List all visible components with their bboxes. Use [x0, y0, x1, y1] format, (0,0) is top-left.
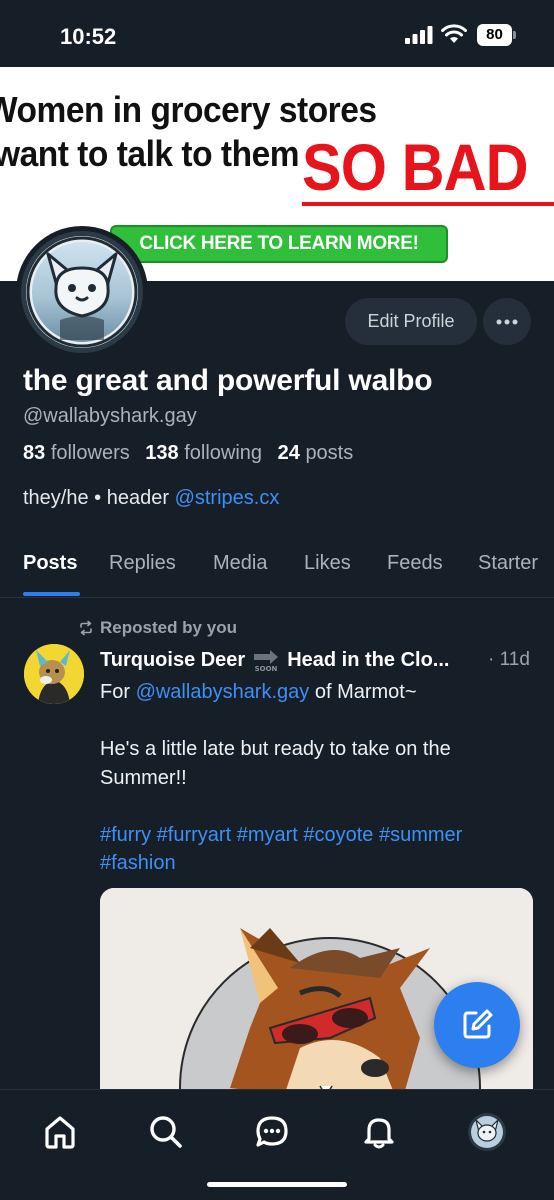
compose-icon: [463, 1009, 493, 1039]
post-hashtags[interactable]: #furry #furryart #myart #coyote #summer: [100, 821, 540, 850]
following-count: 138: [145, 442, 179, 464]
profile-avatar[interactable]: [16, 226, 148, 358]
avatar-image: [21, 231, 143, 353]
status-time: 10:52: [60, 24, 117, 49]
banner-headline-line2: want to talk to them: [0, 133, 300, 174]
tab-likes[interactable]: Likes: [304, 552, 351, 575]
profile-bio: they/he • header @stripes.cx: [23, 487, 279, 510]
post-text-prefix: For: [100, 681, 136, 703]
tab-starter[interactable]: Starter: [478, 552, 538, 575]
compose-button[interactable]: [434, 982, 520, 1068]
post-mention[interactable]: @wallabyshark.gay: [136, 681, 310, 703]
battery-level: 80: [486, 26, 503, 43]
post-text-line2: He's a little late but ready to take on …: [100, 738, 451, 789]
profile-handle: @wallabyshark.gay: [23, 405, 197, 427]
repost-icon: [80, 620, 92, 636]
banner-underline: [302, 202, 554, 206]
bio-link[interactable]: @stripes.cx: [175, 487, 280, 509]
post-author[interactable]: Turquoise Deer SOON Head in the Clo...: [100, 648, 450, 673]
nav-search[interactable]: [144, 1110, 188, 1154]
soon-arrow-icon: SOON: [254, 650, 279, 672]
post-author-name: Turquoise Deer: [100, 648, 246, 671]
signal-icon: [405, 26, 433, 44]
nav-home[interactable]: [38, 1110, 82, 1154]
profile-avatar-icon: [468, 1113, 506, 1151]
tab-replies[interactable]: Replies: [109, 552, 176, 575]
status-bar: 10:52 80: [0, 0, 554, 67]
edit-profile-button[interactable]: Edit Profile: [345, 298, 477, 345]
posts-stat: 24 posts: [278, 442, 354, 464]
followers-stat[interactable]: 83 followers: [23, 442, 130, 464]
tab-posts[interactable]: Posts: [23, 552, 77, 575]
repost-indicator: Reposted by you: [78, 618, 237, 638]
post-body: For @wallabyshark.gay of Marmot~ He's a …: [100, 678, 540, 878]
posts-label: posts: [305, 442, 354, 464]
profile-stats: 83 followers 138 following 24 posts: [23, 442, 353, 465]
posts-count: 24: [277, 442, 300, 464]
followers-count: 83: [23, 442, 46, 464]
following-stat[interactable]: 138 following: [145, 442, 262, 464]
followers-label: followers: [50, 442, 130, 464]
tab-feeds[interactable]: Feeds: [387, 552, 443, 575]
active-tab-indicator: [23, 592, 80, 596]
post-hashtag-fashion[interactable]: #fashion: [100, 849, 540, 878]
search-icon: [150, 1116, 182, 1148]
home-indicator: [207, 1182, 347, 1187]
bell-icon: [364, 1118, 394, 1149]
tab-media[interactable]: Media: [213, 552, 267, 575]
post-timestamp[interactable]: · 11d: [488, 649, 530, 671]
post-author-avatar[interactable]: [24, 644, 84, 704]
banner-cta: CLICK HERE TO LEARN MORE!: [110, 225, 448, 263]
following-label: following: [184, 442, 263, 464]
more-options-button[interactable]: [483, 298, 531, 345]
display-name: the great and powerful walbo: [23, 364, 433, 397]
bio-text: they/he • header: [23, 487, 175, 509]
profile-tabs: Posts Replies Media Likes Feeds Starter: [0, 548, 554, 598]
post-text-suffix: of Marmot~: [309, 681, 417, 703]
svg-text:SOON: SOON: [255, 665, 278, 672]
wifi-icon: [441, 24, 467, 43]
nav-chat[interactable]: [250, 1110, 294, 1154]
battery-icon: 80: [477, 24, 517, 46]
banner-emphasis: SO BAD: [302, 130, 529, 204]
banner-headline-line1: Women in grocery stores: [0, 89, 377, 130]
post-author-suffix: Head in the Clo...: [287, 648, 450, 671]
chat-icon: [256, 1116, 288, 1147]
nav-notifications[interactable]: [357, 1110, 401, 1154]
home-icon: [45, 1116, 75, 1149]
author-avatar-image: [24, 644, 84, 704]
bottom-navigation: [0, 1089, 554, 1200]
nav-profile[interactable]: [465, 1110, 509, 1154]
repost-label: Reposted by you: [100, 618, 237, 637]
ellipsis-icon: [496, 319, 518, 324]
